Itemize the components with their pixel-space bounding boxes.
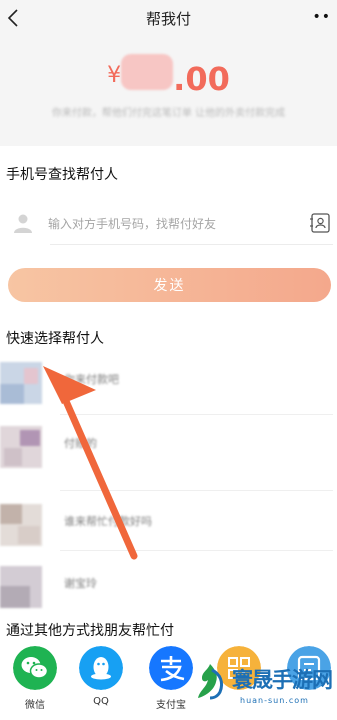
- row-divider: [60, 490, 333, 491]
- share-alipay[interactable]: 支付宝: [146, 646, 196, 711]
- share-wechat[interactable]: 微信: [10, 646, 60, 711]
- phone-search-title: 手机号查找帮付人: [6, 167, 118, 183]
- friend-name: 你来付款吧: [64, 373, 119, 386]
- wechat-icon[interactable]: [13, 646, 57, 690]
- amount-value: .00: [173, 60, 230, 98]
- share-methods-title: 通过其他方式找朋友帮忙付: [6, 623, 174, 639]
- main-card: 手机号查找帮付人 发送 快速选择帮付人 你来付款吧: [0, 146, 337, 720]
- currency-symbol: ¥: [107, 63, 122, 88]
- friend-avatar: [0, 362, 42, 404]
- input-divider: [50, 244, 333, 245]
- alipay-icon[interactable]: [149, 646, 193, 690]
- friend-row[interactable]: 谢宝玲: [0, 558, 337, 608]
- friend-name: 谁来帮忙付款好吗: [64, 515, 152, 528]
- watermark-name: 寰晟手游网: [232, 668, 333, 692]
- share-label: QQ: [93, 696, 109, 707]
- site-watermark: 寰晟手游网 huan-sun.com: [190, 656, 337, 720]
- person-icon: [14, 214, 32, 233]
- share-label: 微信: [25, 700, 45, 711]
- share-qq[interactable]: QQ: [76, 646, 126, 707]
- watermark-logo-icon: [198, 664, 224, 700]
- top-nav-bar: 帮我付 ••: [0, 0, 337, 36]
- friend-row[interactable]: 谁来帮忙付款好吗: [0, 496, 337, 546]
- contacts-book-icon[interactable]: [309, 212, 331, 234]
- friend-row[interactable]: 付账的: [0, 418, 337, 468]
- friend-name: 付账的: [64, 437, 97, 450]
- order-description: 你来付款，帮他们付完这笔订单 让他的外卖付款完成: [51, 108, 286, 119]
- quick-select-title: 快速选择帮付人: [6, 331, 104, 347]
- phone-number-input[interactable]: [48, 208, 298, 240]
- friend-name: 谢宝玲: [64, 577, 97, 590]
- qq-icon[interactable]: [79, 646, 123, 690]
- more-options-icon[interactable]: ••: [312, 9, 331, 25]
- watermark-url: huan-sun.com: [240, 696, 309, 705]
- order-summary: ¥ .00 你来付款，帮他们付完这笔订单 让他的外卖付款完成: [0, 36, 337, 146]
- phone-search-row: [0, 202, 337, 248]
- friend-row[interactable]: 你来付款吧: [0, 354, 337, 404]
- friend-avatar: [0, 566, 42, 608]
- amount-blur-mask: [121, 54, 174, 90]
- friend-avatar: [0, 504, 42, 546]
- order-amount: ¥ .00: [0, 54, 337, 98]
- share-label: 支付宝: [156, 700, 186, 711]
- friend-avatar: [0, 426, 42, 468]
- send-button[interactable]: 发送: [8, 268, 331, 302]
- row-divider: [60, 550, 333, 551]
- row-divider: [60, 414, 333, 415]
- page-title: 帮我付: [145, 10, 191, 28]
